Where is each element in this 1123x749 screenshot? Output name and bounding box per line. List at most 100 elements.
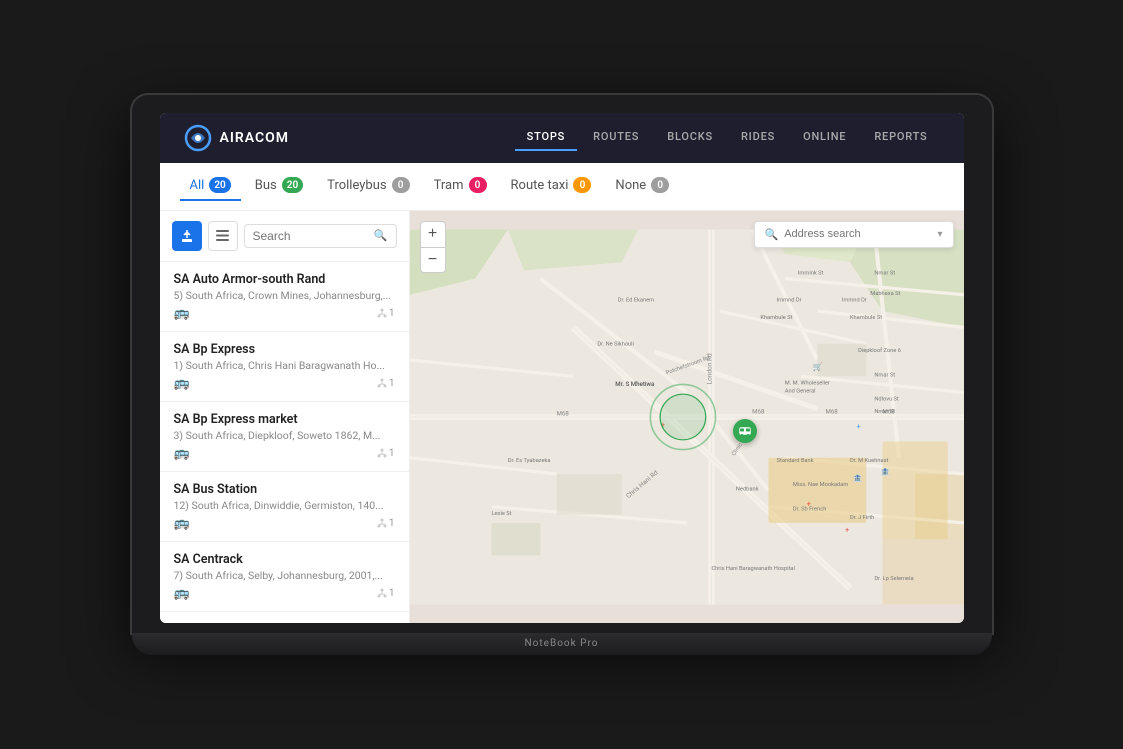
stop-list-item[interactable]: SA Auto Armor-south Rand 5) South Africa… (160, 262, 409, 332)
fork-icon (377, 378, 387, 388)
stop-address: 5) South Africa, Crown Mines, Johannesbu… (174, 289, 395, 302)
stop-name: SA Bus Station (174, 482, 395, 497)
svg-text:Diepkloof Zone 6: Diepkloof Zone 6 (858, 346, 901, 353)
filter-route-taxi[interactable]: Route taxi 0 (501, 171, 602, 201)
active-stop-marker[interactable] (733, 419, 757, 443)
laptop-base: NoteBook Pro (132, 633, 992, 655)
stop-list-item[interactable]: SA Centrack 7) South Africa, Selby, Joha… (160, 542, 409, 612)
stop-list-item[interactable]: SA Bus Station 12) South Africa, Dinwidd… (160, 472, 409, 542)
svg-text:Dr. Es Tyabazeka: Dr. Es Tyabazeka (507, 457, 550, 463)
stop-name: SA Auto Armor-south Rand (174, 272, 395, 287)
svg-text:🛒: 🛒 (812, 361, 822, 371)
svg-text:Standard Bank: Standard Bank (776, 457, 813, 463)
svg-text:And General: And General (784, 388, 815, 394)
zoom-in-button[interactable]: + (420, 221, 446, 247)
stop-meta: 🚌 1 (174, 376, 395, 391)
filter-bus-badge: 20 (282, 177, 303, 193)
stop-meta: 🚌 1 (174, 306, 395, 321)
header: AIRACOM STOPS ROUTES BLOCKS RIDES ONLINE… (160, 113, 964, 163)
filter-none[interactable]: None 0 (605, 171, 679, 201)
stop-meta: 🚌 1 (174, 516, 395, 531)
bus-type-icon: 🚌 (174, 376, 190, 391)
stop-meta: 🚌 1 (174, 586, 395, 601)
fork-icon (377, 448, 387, 458)
svg-text:Khambule St: Khambule St (849, 315, 881, 321)
filter-trolleybus[interactable]: Trolleybus 0 (317, 171, 419, 201)
filter-all-badge: 20 (209, 177, 230, 193)
svg-text:M. M. Wholeseller: M. M. Wholeseller (784, 380, 829, 386)
svg-text:Immnd Dr: Immnd Dr (841, 297, 866, 303)
map-controls: + − (420, 221, 446, 273)
stop-address: 1) South Africa, Chris Hani Baragwanath … (174, 359, 395, 372)
svg-text:+: + (856, 422, 860, 431)
svg-text:Nmar St: Nmar St (874, 372, 895, 378)
svg-text:Chris Hani Baragwanath Hospita: Chris Hani Baragwanath Hospital (711, 566, 794, 572)
main-nav: STOPS ROUTES BLOCKS RIDES ONLINE REPORTS (515, 124, 940, 151)
stop-list-item[interactable]: SA Bp Express 1) South Africa, Chris Han… (160, 332, 409, 402)
svg-text:Nmar St: Nmar St (874, 270, 895, 276)
nav-reports[interactable]: REPORTS (862, 124, 939, 151)
stop-list-item[interactable]: SA Cornelius Rd 13) South Africa, Union,… (160, 612, 409, 623)
svg-text:Nmar St: Nmar St (874, 408, 895, 414)
address-search-input[interactable] (784, 228, 931, 240)
search-icon: 🔍 (374, 229, 388, 242)
filter-tram-badge: 0 (469, 177, 487, 193)
stop-count: 1 (377, 378, 395, 389)
zoom-out-button[interactable]: − (420, 247, 446, 273)
filter-tram[interactable]: Tram 0 (424, 171, 497, 201)
address-search[interactable]: 🔍 ▾ (754, 221, 954, 248)
nav-online[interactable]: ONLINE (791, 124, 858, 151)
svg-text:Immnd Dr: Immnd Dr (776, 297, 801, 303)
list-icon (216, 230, 229, 241)
search-input[interactable] (253, 229, 370, 243)
list-view-button[interactable] (208, 221, 238, 251)
filter-bus[interactable]: Bus 20 (245, 171, 313, 201)
svg-text:Mabhaxa St: Mabhaxa St (870, 290, 900, 296)
stop-count: 1 (377, 588, 395, 599)
filter-bar: All 20 Bus 20 Trolleybus 0 Tram 0 (160, 163, 964, 211)
nav-blocks[interactable]: BLOCKS (655, 124, 725, 151)
svg-text:+: + (845, 525, 849, 534)
stop-address: 3) South Africa, Diepkloof, Soweto 1862,… (174, 429, 395, 442)
map-container: Chris Hani Rd London Rd M68 M68 M68 M68 … (410, 211, 964, 623)
filter-tram-label: Tram (434, 178, 464, 193)
search-box[interactable]: 🔍 (244, 224, 397, 248)
chevron-down-icon: ▾ (937, 229, 942, 240)
filter-trolleybus-label: Trolleybus (327, 178, 386, 193)
stop-meta: 🚌 1 (174, 446, 395, 461)
nav-routes[interactable]: ROUTES (581, 124, 651, 151)
filter-all[interactable]: All 20 (180, 171, 241, 201)
svg-text:Immink St: Immink St (797, 270, 823, 276)
address-search-icon: 🔍 (765, 228, 779, 241)
stop-name: SA Cornelius Rd (174, 622, 395, 623)
sidebar-toolbar: 🔍 (160, 211, 409, 262)
svg-text:Miss. Nae Mookadam: Miss. Nae Mookadam (792, 482, 847, 488)
logo: AIRACOM (184, 124, 290, 152)
fork-icon (377, 588, 387, 598)
svg-text:Khambule St: Khambule St (760, 315, 792, 321)
bus-type-icon: 🚌 (174, 586, 190, 601)
svg-text:M68: M68 (825, 408, 838, 415)
nav-rides[interactable]: RIDES (729, 124, 787, 151)
stop-count: 1 (377, 518, 395, 529)
filter-all-label: All (190, 178, 205, 193)
svg-text:Mr. S Mhetiwa: Mr. S Mhetiwa (615, 381, 655, 388)
laptop-brand: NoteBook Pro (525, 638, 599, 649)
filter-none-badge: 0 (651, 177, 669, 193)
main-content: 🔍 SA Auto Armor-south Rand 5) South Afri… (160, 211, 964, 623)
logo-icon (184, 124, 212, 152)
map-svg: Chris Hani Rd London Rd M68 M68 M68 M68 … (410, 211, 964, 623)
svg-text:Dr. Lp Selemela: Dr. Lp Selemela (874, 575, 913, 581)
nav-stops[interactable]: STOPS (515, 124, 577, 151)
stop-address: 12) South Africa, Dinwiddie, Germiston, … (174, 499, 395, 512)
bus-icon (738, 424, 752, 438)
bus-type-icon: 🚌 (174, 516, 190, 531)
stop-list-item[interactable]: SA Bp Express market 3) South Africa, Di… (160, 402, 409, 472)
stop-name: SA Bp Express market (174, 412, 395, 427)
filter-trolleybus-badge: 0 (392, 177, 410, 193)
export-button[interactable] (172, 221, 202, 251)
svg-text:🏦: 🏦 (880, 467, 889, 476)
svg-text:M68: M68 (752, 408, 765, 415)
stop-count: 1 (377, 448, 395, 459)
logo-text: AIRACOM (220, 130, 290, 146)
